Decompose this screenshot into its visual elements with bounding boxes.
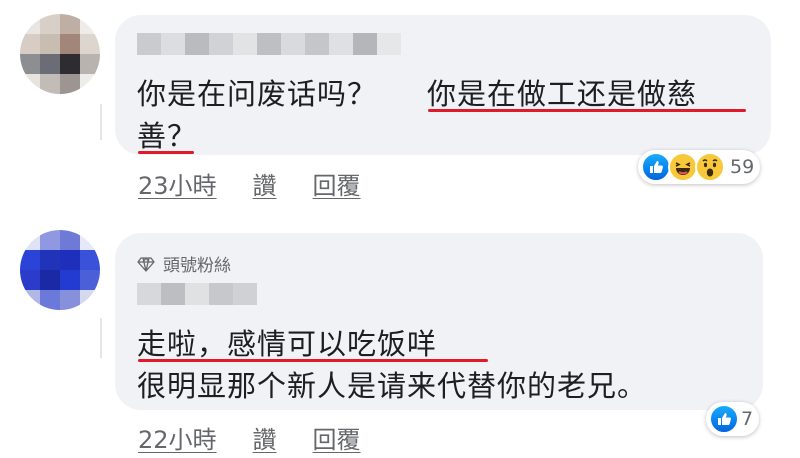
comment-text-line1: 走啦，感情可以吃饭咩 [137,327,438,361]
highlight-underline [138,359,488,362]
reaction-count: 59 [730,156,755,178]
comment-actions: 23小時 讚 回覆 [138,166,361,201]
comment-actions: 22小時 讚 回覆 [138,420,361,455]
avatar[interactable] [20,230,100,310]
like-button[interactable]: 讚 [253,166,277,201]
comment-text-line2: 善？ [137,119,198,153]
comment-bubble: 你是在问废话吗？ 你是在做工还是做慈 善？ [115,15,771,155]
like-button[interactable]: 讚 [253,420,277,455]
comment-text-line1a: 你是在问废话吗？ [137,77,378,111]
comment-bubble: 頭號粉絲 走啦，感情可以吃饭咩 很明显那个新人是请来代替你的老兄。 [115,233,763,410]
thread-line [100,104,102,140]
commenter-name[interactable] [137,283,257,305]
top-fan-badge[interactable]: 頭號粉絲 [137,251,231,276]
comment-text-line1b: 你是在做工还是做慈 [427,77,698,111]
commenter-name[interactable] [137,33,401,55]
reply-button[interactable]: 回覆 [313,420,361,455]
comment-text-line2: 很明显那个新人是请来代替你的老兄。 [137,369,648,403]
haha-icon [668,152,698,182]
reply-button[interactable]: 回覆 [313,166,361,201]
highlight-underline [138,151,194,154]
reaction-summary[interactable]: 59 [638,150,761,184]
badge-label: 頭號粉絲 [163,256,231,276]
like-icon [641,152,671,182]
timestamp-link[interactable]: 22小時 [138,420,217,455]
reaction-count: 7 [741,408,754,430]
diamond-icon [137,256,155,272]
avatar[interactable] [20,14,100,94]
thread-line [100,318,102,358]
like-icon [709,404,739,434]
reaction-summary[interactable]: 7 [706,402,760,436]
timestamp-link[interactable]: 23小時 [138,166,217,201]
wow-icon [695,152,725,182]
highlight-underline [428,109,746,112]
